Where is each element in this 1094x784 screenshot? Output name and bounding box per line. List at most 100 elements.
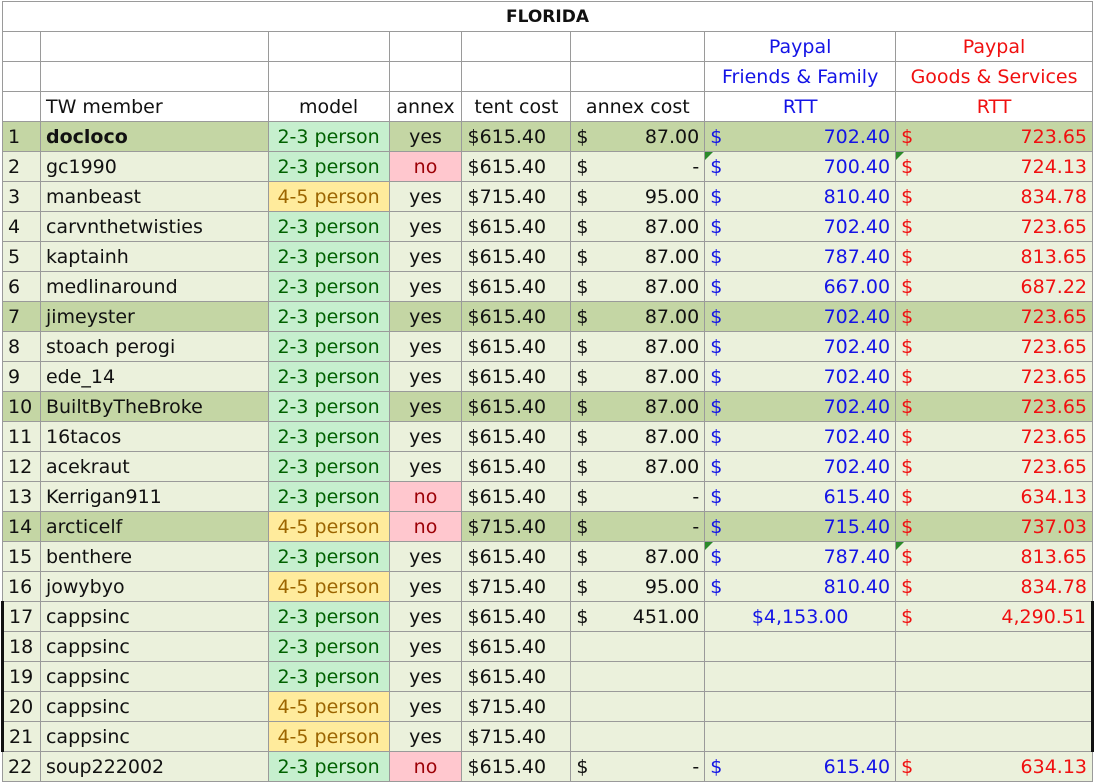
member-cell[interactable]: cappsinc xyxy=(39,721,269,752)
gs-rtt-cell[interactable]: $834.78 xyxy=(895,181,1093,212)
member-cell[interactable]: Kerrigan911 xyxy=(39,481,269,512)
annex-cell[interactable]: no xyxy=(388,481,463,512)
cell[interactable] xyxy=(461,31,572,62)
member-cell[interactable]: kaptainh xyxy=(39,241,269,272)
header-gs-paypal[interactable]: Paypal xyxy=(895,31,1093,62)
annex-cost-cell[interactable]: $87.00 xyxy=(570,211,706,242)
model-cell[interactable]: 4-5 person xyxy=(267,691,390,722)
tent-cost-cell[interactable]: $615.40 xyxy=(461,751,572,782)
annex-cell[interactable]: no xyxy=(388,751,463,782)
model-cell[interactable]: 2-3 person xyxy=(267,331,390,362)
gs-rtt-cell[interactable] xyxy=(895,691,1094,722)
row-number[interactable]: 21 xyxy=(1,721,41,752)
member-cell[interactable]: ede_14 xyxy=(39,361,269,392)
annex-cost-cell[interactable]: $87.00 xyxy=(570,421,706,452)
member-cell[interactable]: manbeast xyxy=(39,181,269,212)
annex-cost-cell[interactable] xyxy=(570,721,706,752)
ff-rtt-cell[interactable]: $702.40 xyxy=(704,331,897,362)
annex-cell[interactable]: yes xyxy=(388,121,463,152)
annex-cell[interactable]: yes xyxy=(388,421,463,452)
ff-rtt-cell[interactable] xyxy=(704,631,897,662)
gs-rtt-cell[interactable]: $687.22 xyxy=(895,271,1093,302)
ff-rtt-cell[interactable]: $702.40 xyxy=(704,301,897,332)
member-cell[interactable]: medlinaround xyxy=(39,271,269,302)
member-cell[interactable]: cappsinc xyxy=(39,601,269,632)
member-cell[interactable]: carvnthetwisties xyxy=(39,211,269,242)
member-cell[interactable]: cappsinc xyxy=(39,691,269,722)
model-cell[interactable]: 2-3 person xyxy=(267,151,390,182)
annex-cell[interactable]: yes xyxy=(388,721,463,752)
model-cell[interactable]: 2-3 person xyxy=(267,391,390,422)
cell[interactable] xyxy=(2,61,41,92)
sheet-title[interactable]: FLORIDA xyxy=(2,1,1093,32)
member-cell[interactable]: 16tacos xyxy=(39,421,269,452)
annex-cost-cell[interactable]: $87.00 xyxy=(570,451,706,482)
gs-rtt-cell[interactable]: $634.13 xyxy=(895,751,1093,782)
model-cell[interactable]: 2-3 person xyxy=(267,241,390,272)
annex-cell[interactable]: no xyxy=(388,511,463,542)
gs-rtt-cell[interactable]: $813.65 xyxy=(895,541,1093,572)
row-number[interactable]: 20 xyxy=(1,691,41,722)
row-number[interactable]: 16 xyxy=(2,571,41,602)
ff-rtt-cell[interactable]: $702.40 xyxy=(704,391,897,422)
tent-cost-cell[interactable]: $615.40 xyxy=(461,151,572,182)
member-cell[interactable]: gc1990 xyxy=(39,151,269,182)
row-number[interactable]: 12 xyxy=(2,451,41,482)
annex-cost-cell[interactable]: $95.00 xyxy=(570,181,706,212)
row-number[interactable]: 11 xyxy=(2,421,41,452)
annex-cell[interactable]: no xyxy=(388,151,463,182)
gs-rtt-cell[interactable]: $723.65 xyxy=(895,391,1093,422)
tent-cost-cell[interactable]: $615.40 xyxy=(461,301,572,332)
gs-rtt-cell[interactable]: $723.65 xyxy=(895,301,1093,332)
model-cell[interactable]: 4-5 person xyxy=(267,181,390,212)
row-number[interactable]: 15 xyxy=(2,541,41,572)
ff-rtt-cell[interactable]: $702.40 xyxy=(704,211,897,242)
model-cell[interactable]: 2-3 person xyxy=(267,481,390,512)
gs-rtt-cell[interactable]: $723.65 xyxy=(895,121,1093,152)
member-cell[interactable]: jowybyo xyxy=(39,571,269,602)
column-header-gs-rtt[interactable]: RTT xyxy=(895,91,1093,122)
member-cell[interactable]: benthere xyxy=(39,541,269,572)
ff-rtt-cell[interactable] xyxy=(704,661,897,692)
tent-cost-cell[interactable]: $615.40 xyxy=(461,451,572,482)
column-header-tent-cost[interactable]: tent cost xyxy=(461,91,572,122)
member-cell[interactable]: cappsinc xyxy=(39,661,269,692)
gs-rtt-cell[interactable]: $724.13 xyxy=(895,151,1093,182)
cell[interactable] xyxy=(570,31,706,62)
gs-rtt-cell[interactable]: $723.65 xyxy=(895,331,1093,362)
ff-rtt-cell[interactable]: $615.40 xyxy=(704,481,897,512)
ff-rtt-cell[interactable] xyxy=(704,721,897,752)
member-cell[interactable]: soup222002 xyxy=(39,751,269,782)
gs-rtt-cell[interactable]: $723.65 xyxy=(895,211,1093,242)
column-header-member[interactable]: TW member xyxy=(39,91,269,122)
model-cell[interactable]: 2-3 person xyxy=(267,661,390,692)
annex-cost-cell[interactable]: $451.00 xyxy=(570,601,706,632)
tent-cost-cell[interactable]: $615.40 xyxy=(461,391,572,422)
annex-cost-cell[interactable]: $ - xyxy=(570,481,706,512)
model-cell[interactable]: 2-3 person xyxy=(267,301,390,332)
tent-cost-cell[interactable]: $615.40 xyxy=(461,631,572,662)
annex-cell[interactable]: yes xyxy=(388,541,463,572)
row-number[interactable]: 4 xyxy=(2,211,41,242)
cell[interactable] xyxy=(388,31,463,62)
annex-cell[interactable]: yes xyxy=(388,271,463,302)
annex-cost-cell[interactable]: $87.00 xyxy=(570,301,706,332)
row-number[interactable]: 5 xyxy=(2,241,41,272)
model-cell[interactable]: 4-5 person xyxy=(267,721,390,752)
annex-cost-cell[interactable]: $95.00 xyxy=(570,571,706,602)
model-cell[interactable]: 2-3 person xyxy=(267,541,390,572)
annex-cell[interactable]: yes xyxy=(388,211,463,242)
ff-rtt-cell[interactable]: $702.40 xyxy=(704,421,897,452)
ff-rtt-cell[interactable]: $4,153.00 xyxy=(704,601,897,632)
cell[interactable] xyxy=(267,31,390,62)
gs-rtt-cell[interactable] xyxy=(895,661,1094,692)
annex-cost-cell[interactable]: $ - xyxy=(570,751,706,782)
cell[interactable] xyxy=(39,61,269,92)
ff-rtt-cell[interactable]: $700.40 xyxy=(704,151,897,182)
column-header-annex[interactable]: annex xyxy=(388,91,463,122)
ff-rtt-cell[interactable]: $715.40 xyxy=(704,511,897,542)
tent-cost-cell[interactable]: $615.40 xyxy=(461,271,572,302)
model-cell[interactable]: 4-5 person xyxy=(267,511,390,542)
model-cell[interactable]: 2-3 person xyxy=(267,601,390,632)
tent-cost-cell[interactable]: $715.40 xyxy=(461,511,572,542)
